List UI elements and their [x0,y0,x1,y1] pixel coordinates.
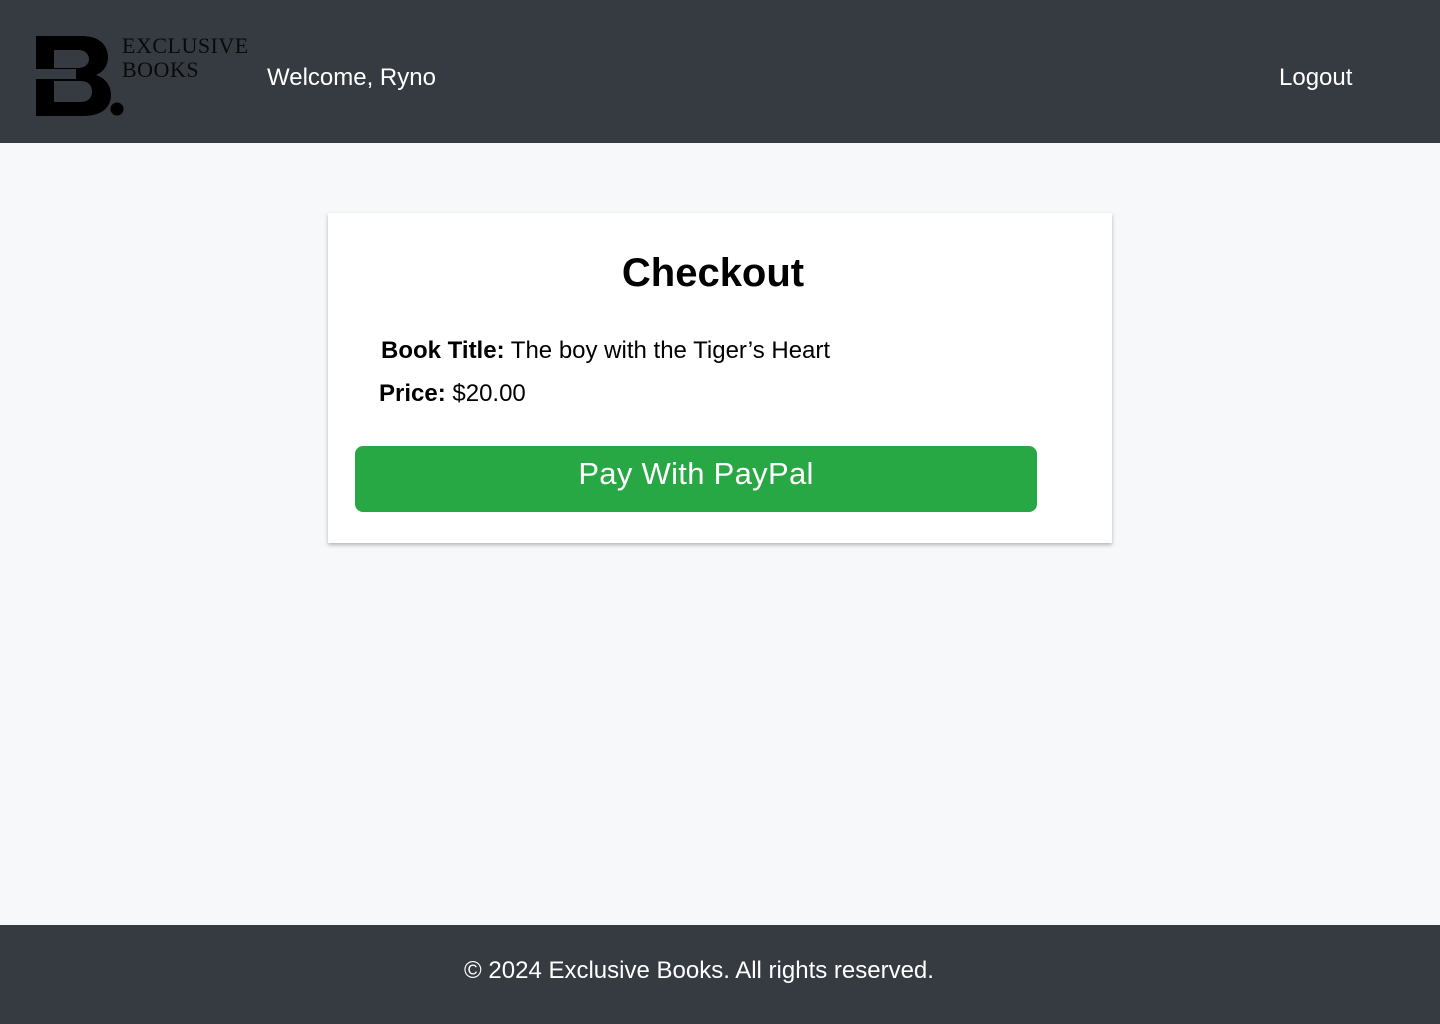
book-title-label: Book Title: [381,337,505,364]
footer: © 2024 Exclusive Books. All rights reser… [0,925,1440,1024]
brand-logo[interactable]: EXCLUSIVE BOOKS [36,30,252,118]
pay-with-paypal-button[interactable]: Pay With PayPal [355,446,1037,512]
logo-wordmark: EXCLUSIVE BOOKS [122,34,249,82]
eb-logo-icon [36,36,124,116]
welcome-message: Welcome, Ryno [267,64,436,91]
page: EXCLUSIVE BOOKS Welcome, Ryno Logout Che… [0,0,1440,1024]
logo-text-line2: BOOKS [122,57,200,82]
price-label: Price: [379,380,446,407]
book-title-value: The boy with the Tiger’s Heart [510,337,831,364]
footer-copyright: © 2024 Exclusive Books. All rights reser… [464,957,934,984]
logout-link[interactable]: Logout [1279,62,1352,94]
price-row: Price: $20.00 [379,378,526,410]
top-navbar: EXCLUSIVE BOOKS Welcome, Ryno Logout [0,0,1440,143]
logo-text-line1: EXCLUSIVE [122,33,249,58]
price-value: $20.00 [452,380,526,407]
page-title: Checkout [621,251,805,295]
checkout-card: Checkout Book Title: The boy with the Ti… [328,213,1112,543]
book-title-row: Book Title: The boy with the Tiger’s Hea… [381,335,830,367]
